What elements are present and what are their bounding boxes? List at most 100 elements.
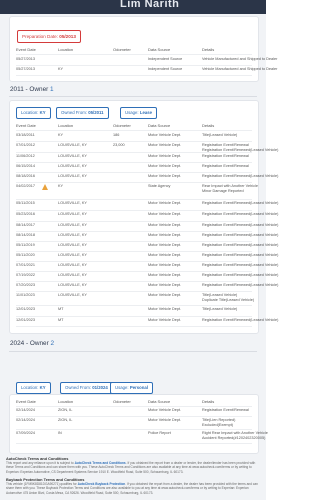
chip-value: 01/2024 xyxy=(92,385,108,390)
table-cell: 08/14/2017 xyxy=(16,223,36,227)
buyback-terms-link[interactable]: AutoCheck Buyback Protection xyxy=(78,482,126,486)
column-header: Details xyxy=(202,399,215,404)
table-cell: 05/27/2013 xyxy=(16,67,36,71)
row-divider xyxy=(16,271,252,272)
row-divider xyxy=(16,261,252,262)
table-cell: Motor Vehicle Dept. xyxy=(148,253,182,257)
column-header: Details xyxy=(202,123,215,128)
table-cell: IN xyxy=(58,431,62,435)
row-divider xyxy=(16,281,252,282)
table-cell: Independent Source xyxy=(148,67,183,71)
chip-value: Lease xyxy=(139,110,153,115)
owner-1-card: Location: KY Owned From: 05/2011 Usage: Le… xyxy=(9,100,278,334)
table-cell: Motor Vehicle Dept. xyxy=(148,273,182,277)
table-cell: 12/01/2023 xyxy=(16,318,36,322)
table-cell: 08/18/2016 xyxy=(16,174,36,178)
header-divider xyxy=(16,54,252,55)
column-header: Odometer xyxy=(113,123,131,128)
table-cell: 05/27/2013 xyxy=(16,57,36,61)
table-cell: Motor Vehicle Dept. xyxy=(148,143,182,147)
preparation-date-button[interactable]: Preparation Date: 05/2013 xyxy=(17,30,81,43)
table-cell: Motor Vehicle Dept. xyxy=(148,223,182,227)
owner-2-chip[interactable]: Location: KY xyxy=(16,382,51,394)
table-cell: Motor Vehicle Dept. xyxy=(148,318,182,322)
table-cell: 06/15/2014 xyxy=(16,164,36,168)
detail-line: Registration Event/Renewal xyxy=(202,154,249,158)
table-cell: Police Report xyxy=(148,431,171,435)
table-cell: LOUISVILLE, KY xyxy=(58,164,87,168)
detail-line: Registration Event/Renewed(Leased Vehicl… xyxy=(202,233,279,237)
detail-line: Registration Event/Renewed(Leased Vehicl… xyxy=(202,263,279,267)
table-cell: Motor Vehicle Dept. xyxy=(148,154,182,158)
table-cell: 07/19/2022 xyxy=(16,273,36,277)
table-cell: LOUISVILLE, KY xyxy=(58,154,87,158)
column-header: Event Date xyxy=(16,47,36,52)
table-cell: LOUISVILLE, KY xyxy=(58,263,87,267)
detail-line: Registration Event/Renewed(Leased Vehicl… xyxy=(202,243,279,247)
chip-label: Owned From: xyxy=(61,110,88,115)
column-header: Event Date xyxy=(16,123,36,128)
owner-2-number: 2 xyxy=(50,340,55,347)
table-cell: LOUISVILLE, KY xyxy=(58,233,87,237)
table-cell: 05/23/2016 xyxy=(16,212,36,216)
table-cell: Motor Vehicle Dept. xyxy=(148,263,182,267)
table-cell: LOUISVILLE, KY xyxy=(58,243,87,247)
owner-1-chip[interactable]: Usage: Lease xyxy=(120,107,158,119)
column-header: Location xyxy=(58,399,74,404)
owner-1-number: 1 xyxy=(50,86,54,93)
table-cell: 02/14/2024 xyxy=(16,418,36,422)
row-divider xyxy=(16,443,252,444)
detail-line: Excluded(Exempt) xyxy=(202,422,234,427)
report-page: Preparation Date: 05/2013 Event Date Loca… xyxy=(0,14,278,500)
table-cell: State Agency xyxy=(148,184,171,188)
column-header: Data Source xyxy=(148,399,171,404)
chip-label: Owned From: xyxy=(65,385,92,390)
detail-line: Registration Event/Renewed(Leased Vehicl… xyxy=(202,212,279,216)
row-divider xyxy=(16,172,252,173)
owner-1-chip[interactable]: Owned From: 05/2011 xyxy=(56,107,109,119)
app-header: Lim Narith xyxy=(0,0,266,14)
row-divider xyxy=(16,75,252,76)
table-cell: 05/11/2020 xyxy=(16,253,35,257)
row-divider xyxy=(16,316,252,317)
header-title: Lim Narith xyxy=(120,0,180,10)
detail-line: Title(Leased Vehicle) xyxy=(202,307,238,311)
table-cell: MT xyxy=(58,318,64,322)
header-divider xyxy=(16,130,252,131)
table-cell: Motor Vehicle Dept. xyxy=(148,201,182,205)
table-cell: 07/01/2012 xyxy=(16,143,36,147)
table-cell: 08/14/2018 xyxy=(16,233,36,237)
row-divider xyxy=(16,305,252,306)
table-cell: Motor Vehicle Dept. xyxy=(148,283,182,287)
table-cell: 03/18/2011 xyxy=(16,133,35,137)
chip-label: Location: xyxy=(21,110,39,115)
table-cell: LOUISVILLE, KY xyxy=(58,223,87,227)
buyback-terms-text-a: This vehicle (1FM5K8D81DGA90271) qualifi… xyxy=(6,482,78,486)
detail-line: Registration Event/Renewal xyxy=(202,408,249,412)
preparation-date-value: 05/2013 xyxy=(59,34,76,39)
column-header: Data Source xyxy=(148,123,171,128)
table-cell: Motor Vehicle Dept. xyxy=(148,174,182,178)
chip-label: Usage: xyxy=(125,110,139,115)
table-cell: KY xyxy=(58,133,64,137)
column-header: Details xyxy=(202,47,215,52)
table-cell: LOUISVILLE, KY xyxy=(58,273,87,277)
row-divider xyxy=(16,251,252,252)
column-header: Event Date xyxy=(16,399,36,404)
owner-1-divider xyxy=(9,96,257,97)
table-cell: Motor Vehicle Dept. xyxy=(148,243,182,247)
owner-2-chip[interactable]: Usage: Personal xyxy=(110,382,153,394)
row-divider xyxy=(16,241,252,242)
table-cell: LOUISVILLE, KY xyxy=(58,212,87,216)
autocheck-terms-link[interactable]: AutoCheck Terms and Conditions xyxy=(75,461,126,465)
detail-line: Accident Reported(#1202402320005) xyxy=(202,435,266,440)
owner-1-chip[interactable]: Location: KY xyxy=(16,107,51,119)
detail-line: Duplicate Title(Leased Vehicle) xyxy=(202,297,255,302)
column-header: Location xyxy=(58,47,74,52)
row-divider xyxy=(16,291,252,292)
table-cell: LOUISVILLE, KY xyxy=(58,253,87,257)
owner-2-chip[interactable]: Owned From: 01/2024 xyxy=(60,382,113,394)
table-cell: 07/01/2021 xyxy=(16,263,36,267)
column-header: Data Source xyxy=(148,47,171,52)
owner-1-title: 2011 - Owner 1 xyxy=(10,86,54,93)
